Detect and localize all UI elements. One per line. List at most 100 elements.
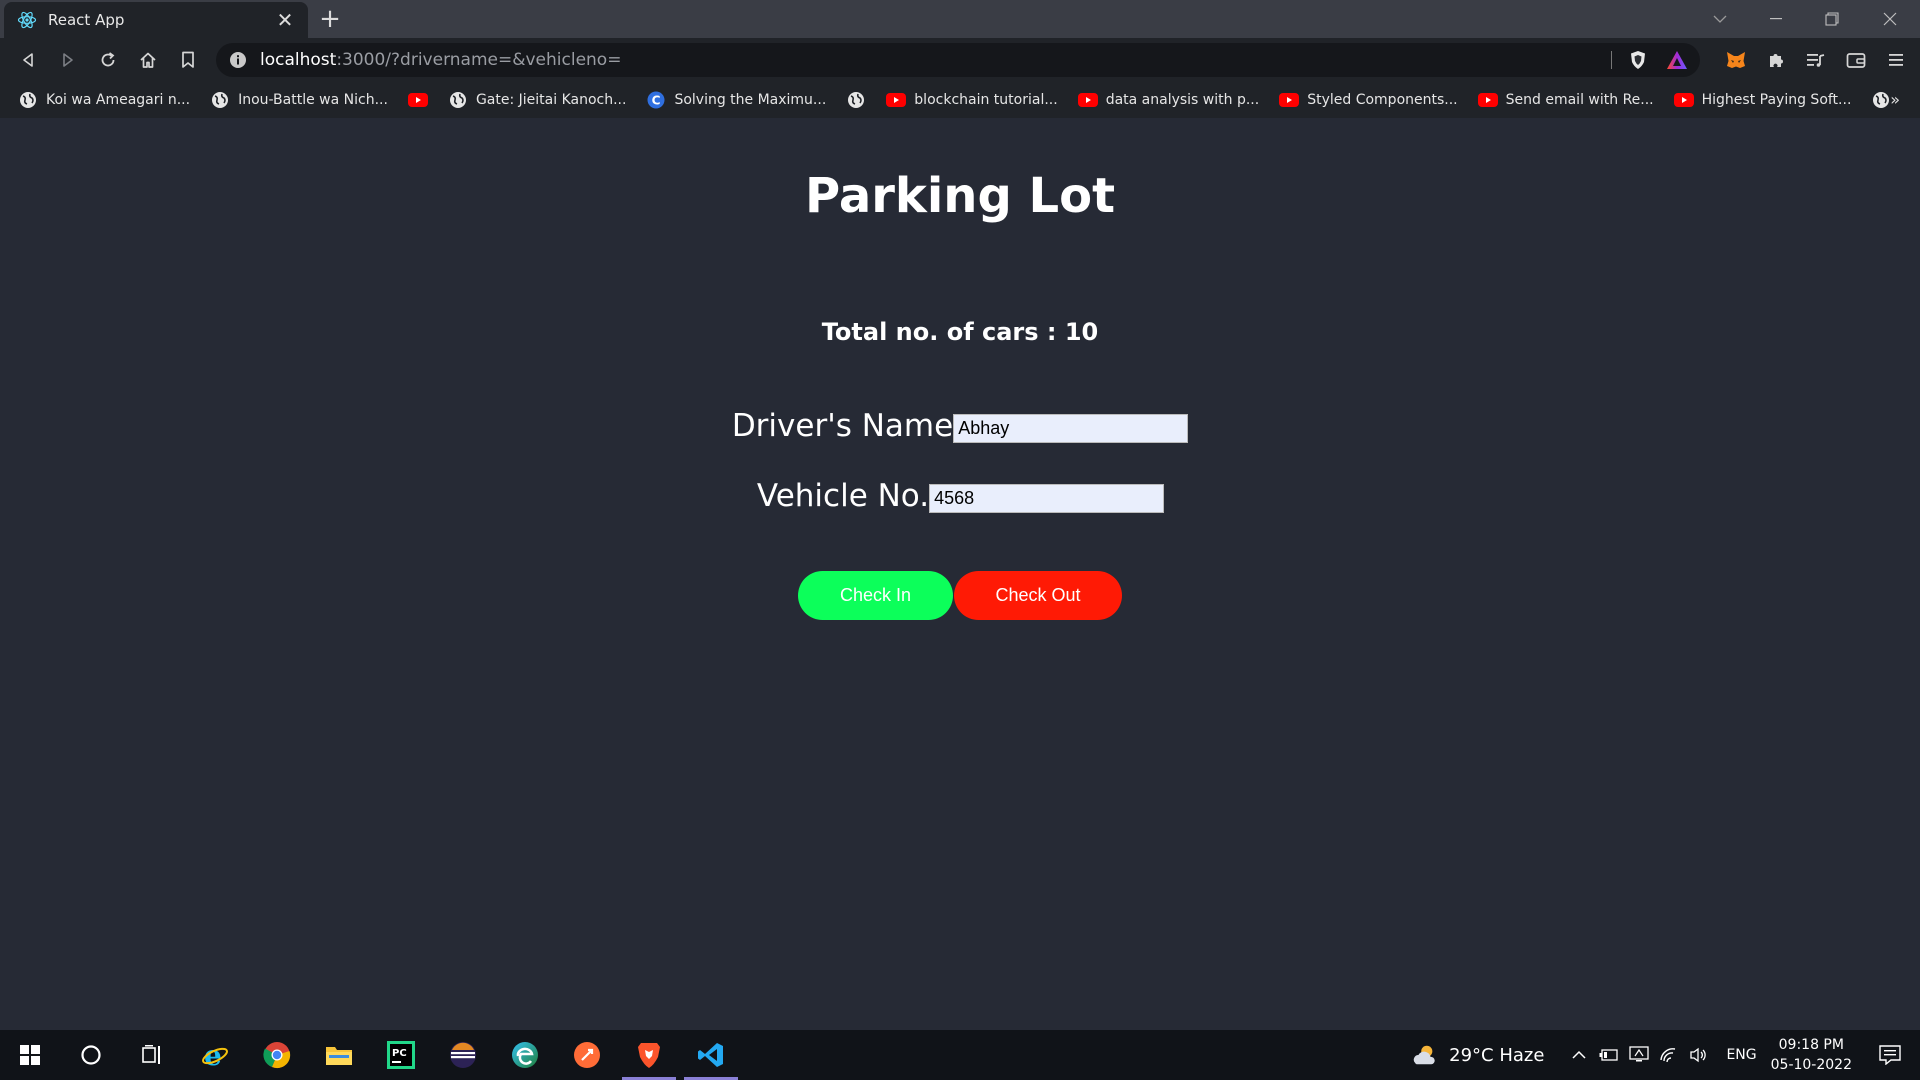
windows-taskbar: e PC 29°C Haze ENG 09:18 PM 05-10-2022 — [0, 1030, 1920, 1080]
bookmark-label: Inou-Battle wa Nich... — [238, 92, 388, 108]
bookmark-label: Highest Paying Soft... — [1701, 92, 1852, 108]
bookmark-item[interactable] — [1871, 90, 1891, 110]
notifications-icon[interactable] — [1878, 1043, 1902, 1067]
youtube-icon — [1673, 90, 1694, 110]
media-playlist-icon[interactable] — [1796, 40, 1836, 80]
bookmark-label: Send email with Re... — [1505, 92, 1654, 108]
display-icon[interactable] — [1626, 1042, 1652, 1068]
volume-icon[interactable] — [1686, 1042, 1712, 1068]
wallet-icon[interactable] — [1836, 40, 1876, 80]
react-icon — [16, 9, 38, 31]
check-in-button[interactable]: Check In — [798, 571, 953, 620]
youtube-icon — [886, 90, 907, 110]
globe-icon — [18, 90, 38, 110]
extensions-puzzle-icon[interactable] — [1756, 40, 1796, 80]
bookmark-item[interactable]: blockchain tutorial... — [886, 90, 1058, 110]
tab-title: React App — [48, 11, 125, 29]
bookmark-item[interactable]: C Solving the Maximu... — [646, 90, 826, 110]
svg-text:PC: PC — [392, 1048, 407, 1059]
back-icon[interactable] — [8, 40, 48, 80]
chrome-icon[interactable] — [246, 1030, 308, 1080]
postman-icon[interactable] — [556, 1030, 618, 1080]
bookmark-item[interactable]: Gate: Jieitai Kanoch... — [448, 90, 627, 110]
bookmark-item[interactable]: Koi wa Ameagari n... — [18, 90, 190, 110]
language-indicator[interactable]: ENG — [1726, 1047, 1756, 1063]
file-explorer-icon[interactable] — [308, 1030, 370, 1080]
bookmark-label: Styled Components... — [1307, 92, 1458, 108]
bookmark-icon[interactable] — [168, 40, 208, 80]
task-view-icon[interactable] — [122, 1030, 184, 1080]
browser-toolbar: localhost:3000/?drivername=&vehicleno= — [0, 38, 1920, 82]
bookmark-label: Gate: Jieitai Kanoch... — [475, 92, 627, 108]
bookmark-item[interactable]: data analysis with p... — [1077, 90, 1260, 110]
windows-start-icon[interactable] — [0, 1030, 60, 1080]
new-tab-icon[interactable]: + — [316, 5, 344, 33]
internet-explorer-icon[interactable]: e — [184, 1030, 246, 1080]
metamask-icon[interactable] — [1716, 40, 1756, 80]
bookmark-item[interactable]: Send email with Re... — [1477, 90, 1654, 110]
vscode-icon[interactable] — [680, 1030, 742, 1080]
minimize-icon[interactable] — [1748, 0, 1804, 38]
bookmark-label: data analysis with p... — [1105, 92, 1260, 108]
close-window-icon[interactable] — [1862, 0, 1918, 38]
driver-name-row: Driver's Name — [0, 408, 1920, 444]
bookmark-item[interactable]: Styled Components... — [1279, 90, 1458, 110]
bookmark-item[interactable]: Highest Paying Soft... — [1673, 90, 1852, 110]
show-hidden-icons-icon[interactable] — [1566, 1042, 1592, 1068]
vehicle-no-row: Vehicle No. — [0, 478, 1920, 514]
tab-react-app[interactable]: React App ✕ — [4, 2, 308, 38]
youtube-icon — [1077, 90, 1098, 110]
bookmark-item[interactable] — [407, 90, 428, 110]
url-text[interactable]: localhost:3000/?drivername=&vehicleno= — [260, 50, 621, 70]
pycharm-icon[interactable]: PC — [370, 1030, 432, 1080]
url-host: localhost — [260, 50, 337, 70]
tab-search-icon[interactable] — [1692, 0, 1748, 38]
bookmark-label: Koi wa Ameagari n... — [46, 92, 191, 108]
menu-hamburger-icon[interactable] — [1876, 40, 1916, 80]
youtube-icon — [1279, 90, 1300, 110]
address-bar[interactable]: localhost:3000/?drivername=&vehicleno= — [216, 43, 1700, 77]
driver-name-input[interactable] — [953, 414, 1189, 443]
vehicle-no-label: Vehicle No. — [756, 478, 930, 514]
wifi-icon[interactable] — [1656, 1042, 1682, 1068]
brave-rewards-icon[interactable] — [1666, 50, 1688, 70]
brave-taskbar-icon[interactable] — [618, 1030, 680, 1080]
vehicle-no-input[interactable] — [929, 484, 1165, 513]
weather-text[interactable]: 29°C Haze — [1449, 1045, 1544, 1066]
page-title: Parking Lot — [804, 168, 1116, 224]
weather-icon[interactable] — [1411, 1042, 1437, 1068]
svg-text:C: C — [652, 94, 661, 108]
forward-icon[interactable] — [48, 40, 88, 80]
extensions-area — [1716, 38, 1920, 82]
bookmark-label: Solving the Maximu... — [674, 92, 827, 108]
action-buttons: Check In Check Out — [798, 571, 1122, 620]
url-divider — [1611, 51, 1612, 69]
eclipse-icon[interactable] — [432, 1030, 494, 1080]
bookmark-label: blockchain tutorial... — [914, 92, 1058, 108]
youtube-icon — [1477, 90, 1498, 110]
brave-shield-icon[interactable] — [1628, 50, 1648, 70]
edge-icon[interactable] — [494, 1030, 556, 1080]
clock-time: 09:18 PM — [1778, 1037, 1844, 1053]
close-tab-icon[interactable]: ✕ — [274, 9, 296, 31]
battery-icon[interactable] — [1596, 1042, 1622, 1068]
total-cars-text: Total no. of cars : 10 — [821, 318, 1099, 346]
url-path: :3000/?drivername=&vehicleno= — [336, 50, 622, 70]
globe-icon — [846, 90, 866, 110]
clock-date: 05-10-2022 — [1770, 1057, 1852, 1073]
tab-strip: React App ✕ + — [0, 0, 1920, 38]
reload-icon[interactable] — [88, 40, 128, 80]
globe-icon — [1871, 90, 1891, 110]
site-info-icon[interactable] — [228, 50, 248, 70]
more-bookmarks-icon[interactable]: » — [1890, 90, 1900, 109]
home-icon[interactable] — [128, 40, 168, 80]
check-out-button[interactable]: Check Out — [954, 571, 1122, 620]
page-content: Parking Lot Total no. of cars : 10 Drive… — [0, 118, 1920, 1030]
bookmark-item[interactable]: Inou-Battle wa Nich... — [210, 90, 388, 110]
clock[interactable]: 09:18 PM 05-10-2022 — [1771, 1035, 1852, 1075]
restore-icon[interactable] — [1804, 0, 1860, 38]
system-tray: 29°C Haze ENG 09:18 PM 05-10-2022 — [1411, 1030, 1920, 1080]
search-icon[interactable] — [60, 1030, 122, 1080]
bookmark-item[interactable] — [846, 90, 866, 110]
globe-icon — [210, 90, 230, 110]
